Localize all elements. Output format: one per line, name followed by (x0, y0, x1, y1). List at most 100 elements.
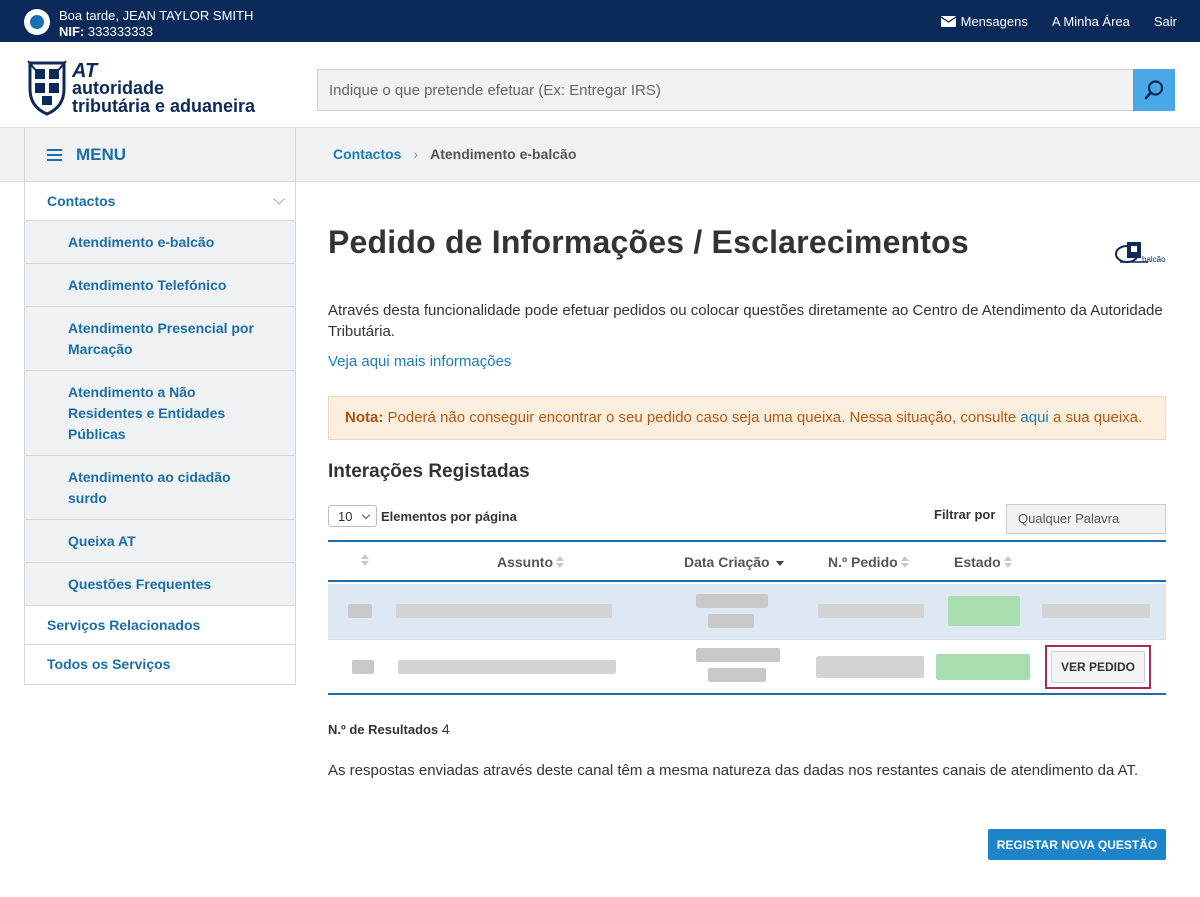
table-row[interactable] (328, 584, 1166, 640)
ver-pedido-button[interactable]: VER PEDIDO (1051, 651, 1145, 683)
sort-icon (556, 556, 564, 568)
column-data-criacao[interactable]: Data Criação (684, 554, 784, 570)
breadcrumb-current: Atendimento e-balcão (430, 146, 577, 162)
sidebar-item-telefonico[interactable]: Atendimento Telefónico (25, 264, 295, 307)
sidebar-item-label: Queixa AT (68, 533, 136, 549)
logout-link[interactable]: Sair (1154, 14, 1177, 29)
nif-value: 333333333 (87, 24, 153, 39)
logo-line1: autoridade (72, 78, 165, 98)
sidebar-item-presencial[interactable]: Atendimento Presencial por Marcação (25, 307, 295, 371)
results-label: N.º de Resultados (328, 722, 439, 737)
results-count: N.º de Resultados 4 (328, 721, 450, 737)
header: AT autoridade tributária e aduaneira (0, 42, 1200, 128)
blurred-cell (1042, 604, 1150, 618)
hamburger-icon (47, 148, 62, 161)
envelope-icon (940, 15, 956, 27)
blurred-cell (348, 604, 372, 618)
menu-button[interactable]: MENU (24, 128, 296, 182)
breadcrumb: Contactos › Atendimento e-balcão (333, 146, 576, 162)
column-label: Assunto (497, 554, 553, 570)
sidebar-item-contactos[interactable]: Contactos (25, 182, 295, 221)
note-box: Nota: Poderá não conseguir encontrar o s… (328, 396, 1166, 440)
breadcrumb-contactos[interactable]: Contactos (333, 146, 401, 162)
search-input[interactable] (318, 70, 1134, 110)
sidebar-item-queixa[interactable]: Queixa AT (25, 520, 295, 563)
table-header: Assunto Data Criação N.º Pedido Estado (328, 540, 1166, 582)
sidebar-item-surdo[interactable]: Atendimento ao cidadão surdo (25, 456, 295, 520)
sidebar-item-label: Todos os Serviços (47, 656, 171, 672)
greeting: Boa tarde, JEAN TAYLOR SMITH (59, 8, 254, 23)
sort-icon (1003, 556, 1012, 568)
sort-first-column[interactable] (361, 554, 369, 566)
blurred-status (948, 596, 1020, 626)
search-icon (1144, 80, 1164, 100)
note-label: Nota: (345, 409, 384, 426)
blurred-cell (818, 604, 924, 618)
messages-label: Mensagens (960, 13, 1028, 29)
logo-line2: tributária e aduaneira (72, 96, 256, 116)
blurred-cell (352, 660, 374, 674)
sidebar-item-todos-servicos[interactable]: Todos os Serviços (25, 645, 295, 684)
per-page-select[interactable]: 10 (328, 505, 377, 527)
sidebar-item-label: Atendimento ao cidadão surdo (68, 469, 231, 506)
user-avatar-icon (24, 9, 50, 35)
search-button[interactable] (1133, 69, 1175, 111)
chevron-down-icon (273, 193, 285, 205)
sidebar: Contactos Atendimento e-balcão Atendimen… (24, 182, 296, 685)
breadcrumb-separator: › (413, 146, 419, 162)
sidebar-item-servicos-relacionados[interactable]: Serviços Relacionados (25, 606, 295, 645)
column-label: N.º Pedido (828, 554, 898, 570)
register-new-question-button[interactable]: REGISTAR NOVA QUESTÃO (988, 829, 1166, 860)
sidebar-item-label: Serviços Relacionados (47, 617, 201, 633)
column-label: Data Criação (684, 554, 770, 570)
filter-input[interactable]: Qualquer Palavra (1006, 504, 1166, 534)
filter-label: Filtrar por (934, 507, 996, 522)
sidebar-item-label: Atendimento e-balcão (68, 234, 215, 250)
column-estado[interactable]: Estado (954, 554, 1012, 570)
sidebar-item-e-balcao[interactable]: Atendimento e-balcão (25, 221, 295, 264)
more-info-link[interactable]: Veja aqui mais informações (328, 353, 511, 370)
blurred-cell (398, 660, 616, 674)
sidebar-item-faq[interactable]: Questões Frequentes (25, 563, 295, 606)
sort-icon (900, 556, 909, 568)
column-numero-pedido[interactable]: N.º Pedido (828, 554, 909, 570)
per-page-label: Elementos por página (381, 508, 517, 524)
ebalcao-logo: balcão (1114, 238, 1170, 268)
sidebar-item-label: Atendimento Presencial por Marcação (68, 320, 254, 357)
sidebar-item-nao-residentes[interactable]: Atendimento a Não Residentes e Entidades… (25, 371, 295, 456)
column-assunto[interactable]: Assunto (497, 554, 564, 570)
blurred-cell (696, 648, 780, 662)
sidebar-item-label: Questões Frequentes (68, 576, 212, 592)
blurred-cell (396, 604, 612, 618)
table-row[interactable] (328, 640, 1166, 695)
messages-link[interactable]: Mensagens (940, 13, 1028, 29)
top-links: Mensagens A Minha Área Sair (940, 0, 1177, 42)
blurred-cell (696, 594, 768, 608)
top-bar: Boa tarde, JEAN TAYLOR SMITH NIF: 333333… (0, 0, 1200, 42)
blurred-cell (708, 668, 766, 682)
per-page-value: 10 (338, 508, 353, 524)
ebalcao-text: balcão (1142, 255, 1166, 264)
blurred-status (936, 654, 1030, 680)
sidebar-item-label: Contactos (47, 193, 116, 209)
note-end: a sua queixa. (1052, 409, 1143, 426)
nif-line: NIF: 333333333 (59, 24, 153, 39)
note-text: Poderá não conseguir encontrar o seu ped… (387, 409, 1017, 426)
note-link[interactable]: aqui (1020, 409, 1048, 426)
sort-desc-icon (775, 561, 784, 566)
search-bar (317, 69, 1175, 111)
sort-icon (361, 554, 369, 566)
results-value: 4 (441, 721, 450, 737)
per-page-control: 10 Elementos por página (328, 505, 517, 527)
nif-label: NIF: (59, 24, 85, 39)
column-label: Estado (954, 554, 1001, 570)
menu-label: MENU (76, 144, 127, 164)
blurred-cell (708, 614, 754, 628)
ver-pedido-highlight: VER PEDIDO (1045, 645, 1151, 689)
logo-text[interactable]: AT autoridade tributária e aduaneira (72, 61, 256, 116)
page-title: Pedido de Informações / Esclarecimentos (328, 224, 969, 260)
sidebar-item-label: Atendimento a Não Residentes e Entidades… (68, 384, 226, 442)
at-emblem-icon[interactable] (26, 59, 68, 117)
intro-text: Através desta funcionalidade pode efetua… (328, 302, 1163, 340)
my-area-link[interactable]: A Minha Área (1052, 14, 1130, 29)
